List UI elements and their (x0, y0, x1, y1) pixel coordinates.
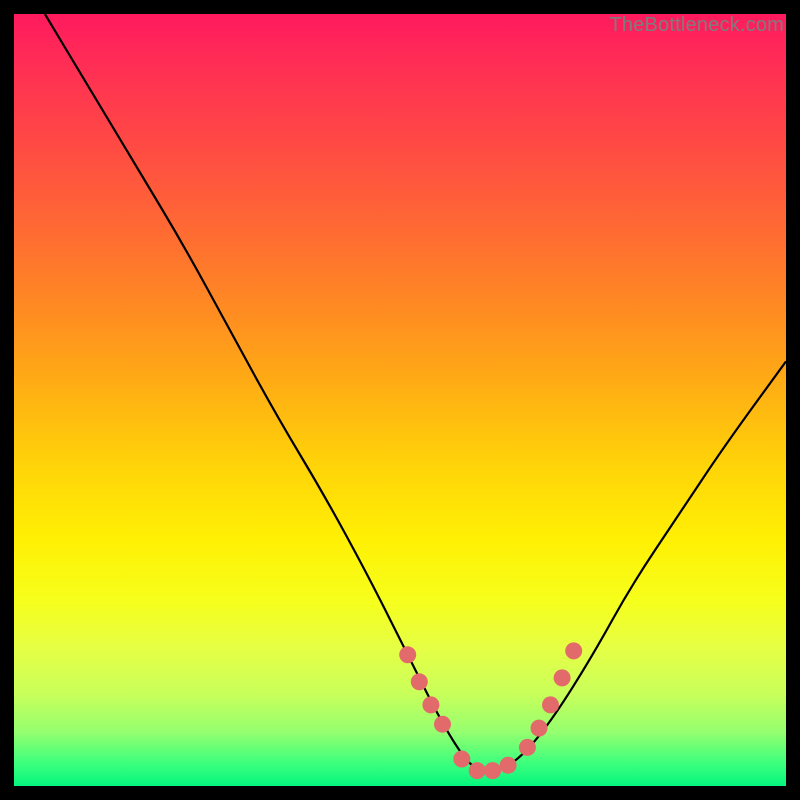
chart-frame: TheBottleneck.com (14, 14, 786, 786)
marker-dot (434, 716, 451, 733)
marker-dot (519, 739, 536, 756)
marker-dot (554, 669, 571, 686)
marker-dot (411, 673, 428, 690)
marker-dot (469, 762, 486, 779)
marker-dot (399, 646, 416, 663)
marker-dot (422, 696, 439, 713)
marker-dot (484, 762, 501, 779)
marker-dot (542, 696, 559, 713)
watermark-text: TheBottleneck.com (609, 14, 784, 37)
marker-dot (500, 757, 517, 774)
marker-dot (531, 720, 548, 737)
marker-dot (453, 751, 470, 768)
highlighted-points (399, 642, 582, 779)
marker-dot (565, 642, 582, 659)
chart-svg (14, 14, 786, 786)
